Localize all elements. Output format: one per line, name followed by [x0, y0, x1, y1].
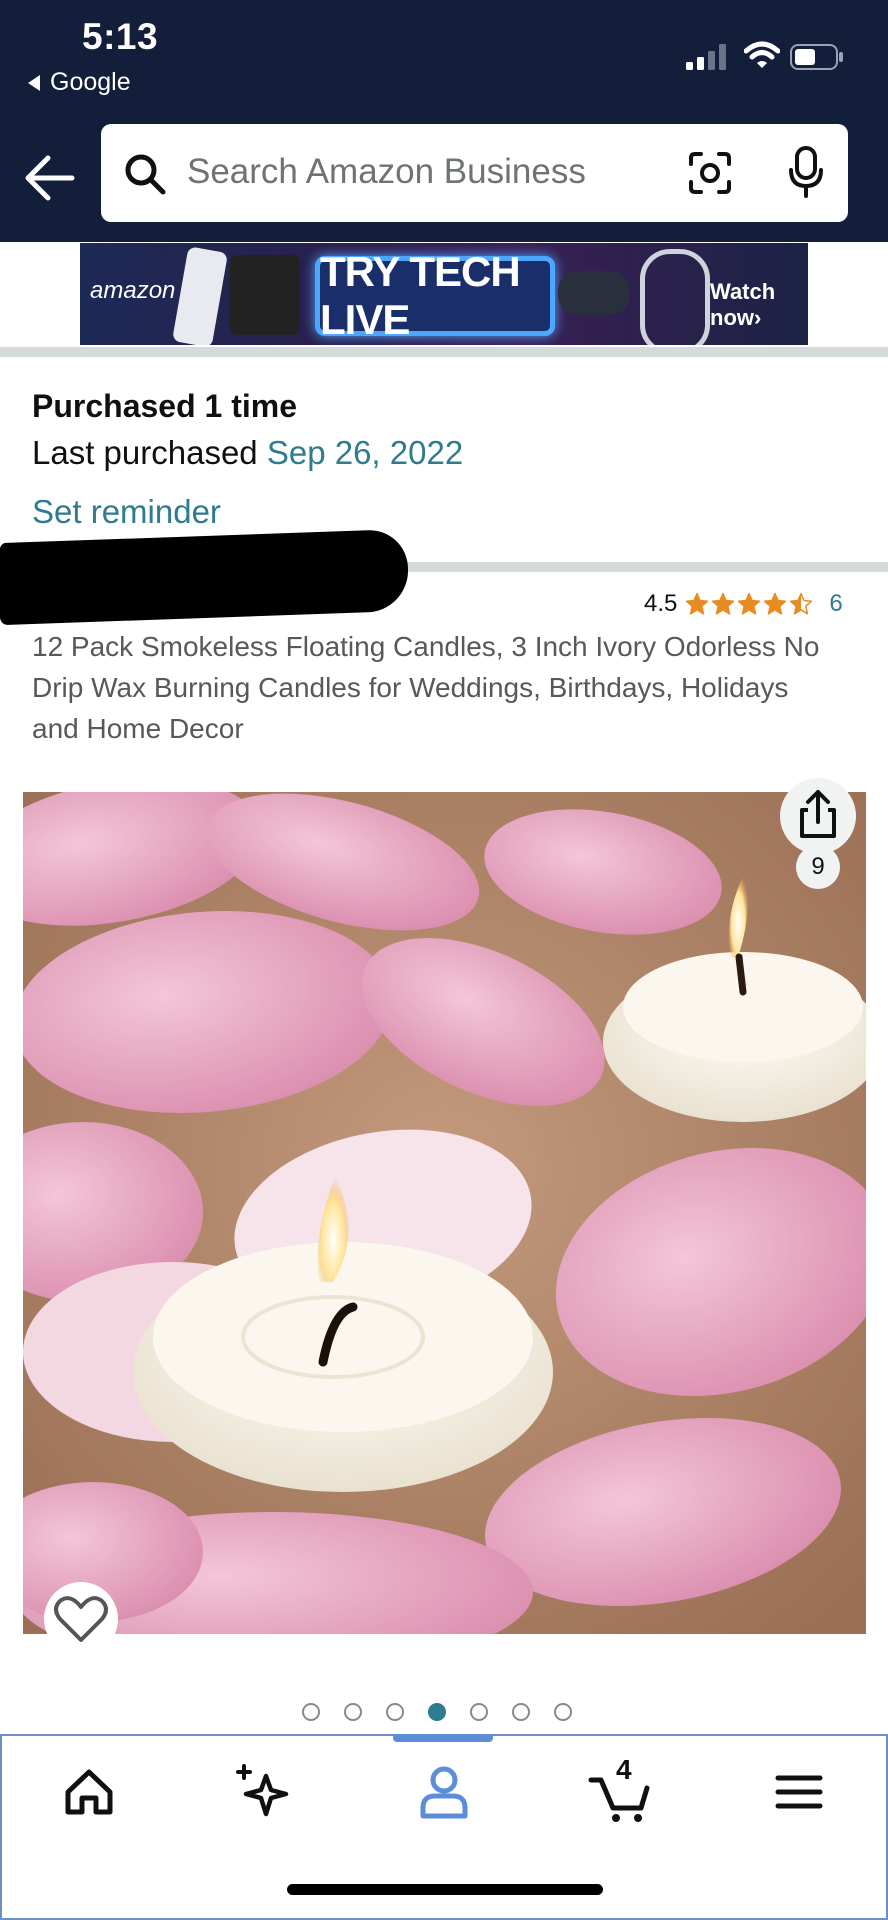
carousel-dot[interactable] [470, 1703, 488, 1721]
phone-image [171, 246, 229, 345]
carousel-dot[interactable] [428, 1703, 446, 1721]
star-icon [712, 592, 735, 615]
carousel-dot[interactable] [386, 1703, 404, 1721]
rating-value: 4.5 [644, 590, 678, 617]
headphones-image [640, 249, 710, 345]
carousel-dots[interactable] [302, 1703, 572, 1721]
status-time: 5:13 [82, 16, 159, 57]
image-count-badge: 9 [796, 845, 840, 889]
back-arrow-icon[interactable] [22, 150, 78, 206]
active-tab-indicator [393, 1734, 493, 1742]
product-title[interactable]: 12 Pack Smokeless Floating Candles, 3 In… [32, 626, 832, 749]
product-rating[interactable]: 4.5 6 [644, 590, 843, 618]
cart-count: 4 [616, 1754, 632, 1785]
favorite-button[interactable] [44, 1582, 118, 1656]
last-purchased: Last purchased Sep 26, 2022 [32, 434, 463, 472]
purchase-count: Purchased 1 time [32, 388, 297, 424]
promo-banner[interactable]: amazon live TRY TECH LIVE Watch now› [80, 243, 808, 345]
hamburger-menu-icon[interactable] [764, 1758, 834, 1824]
home-indicator [287, 1884, 603, 1895]
carousel-dot[interactable] [344, 1703, 362, 1721]
section-divider [0, 347, 888, 357]
rating-stars [685, 592, 813, 616]
home-icon[interactable] [54, 1758, 124, 1824]
carousel-dot[interactable] [554, 1703, 572, 1721]
person-icon[interactable] [409, 1758, 479, 1824]
battery-icon [790, 44, 843, 70]
back-triangle-icon [28, 74, 40, 91]
heart-icon [54, 1596, 108, 1642]
set-reminder-link[interactable]: Set reminder [32, 493, 221, 531]
carousel-dot[interactable] [512, 1703, 530, 1721]
star-icon [738, 592, 761, 615]
last-purchased-date-link[interactable]: Sep 26, 2022 [267, 434, 463, 471]
back-to-app-link[interactable]: Google [28, 68, 131, 97]
product-image[interactable] [23, 792, 866, 1634]
microphone-icon[interactable] [788, 146, 824, 198]
banner-cta-text: TRY TECH LIVE [320, 248, 521, 343]
watch-now-link[interactable]: Watch now› [710, 279, 808, 331]
back-app-label: Google [50, 68, 131, 96]
search-icon [125, 154, 166, 195]
share-icon [800, 790, 836, 838]
share-button[interactable] [780, 778, 856, 854]
banner-cta-frame: TRY TECH LIVE [315, 248, 555, 343]
wifi-icon [744, 41, 780, 68]
cellular-signal-icon [686, 44, 726, 70]
sparkle-icon[interactable] [230, 1758, 300, 1824]
redacted-store-link [0, 528, 408, 626]
last-purchased-label: Last purchased [32, 434, 258, 471]
star-icon [764, 592, 787, 615]
search-input[interactable] [187, 146, 617, 198]
star-icon [790, 592, 813, 615]
search-bar[interactable] [101, 124, 848, 222]
star-icon [686, 592, 709, 615]
camera-image [230, 255, 300, 335]
gamepad-image [558, 271, 630, 315]
rating-count-link[interactable]: 6 [829, 590, 842, 618]
carousel-dot[interactable] [302, 1703, 320, 1721]
camera-icon[interactable] [687, 150, 733, 196]
